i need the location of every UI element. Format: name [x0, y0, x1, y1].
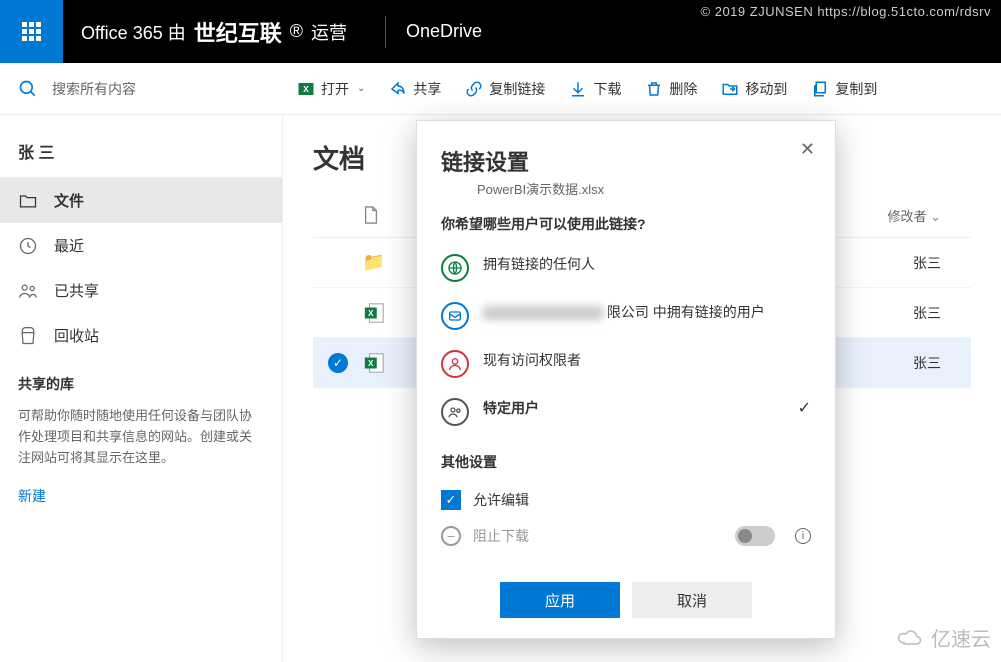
clock-icon — [18, 236, 38, 256]
search-box[interactable]: 搜索所有内容 — [18, 79, 283, 99]
brand-text: Office 365 由 世纪互联 ® 运营 — [63, 16, 365, 48]
nav-recycle[interactable]: 回收站 — [0, 313, 282, 358]
nav-label: 回收站 — [54, 325, 99, 346]
setting-label: 允许编辑 — [473, 490, 529, 510]
svg-text:X: X — [368, 358, 374, 367]
cloud-icon — [895, 628, 925, 648]
minus-icon: − — [441, 526, 461, 546]
people-icon — [18, 281, 38, 301]
nav-shared[interactable]: 已共享 — [0, 268, 282, 313]
chevron-down-icon: ⌄ — [357, 83, 365, 94]
open-button[interactable]: X 打开⌄ — [287, 69, 375, 109]
nav-files[interactable]: 文件 — [0, 178, 282, 223]
option-label: 拥有链接的任何人 — [483, 254, 595, 274]
user-name: 张 三 — [0, 131, 282, 178]
info-icon[interactable]: i — [795, 528, 811, 544]
nav-label: 文件 — [54, 190, 84, 211]
link-icon — [465, 80, 483, 98]
move-icon — [721, 80, 739, 98]
folder-icon — [18, 191, 38, 211]
toggle-off — [735, 526, 775, 546]
checkbox-checked-icon[interactable]: ✓ — [441, 490, 461, 510]
nav-label: 最近 — [54, 235, 84, 256]
link-settings-dialog: ✕ 链接设置 PowerBI演示数据.xlsx 你希望哪些用户可以使用此链接? … — [416, 120, 836, 639]
org-icon — [441, 302, 469, 330]
svg-text:X: X — [303, 85, 309, 94]
modifier-cell: 张三 — [841, 303, 971, 323]
svg-text:X: X — [368, 308, 374, 317]
search-icon — [18, 79, 38, 99]
option-specific[interactable]: 特定用户 ✓ — [441, 388, 811, 436]
dialog-buttons: 应用 取消 — [441, 582, 811, 618]
shared-libraries-heading: 共享的库 — [0, 358, 282, 402]
waffle-icon — [22, 22, 41, 41]
person-icon — [441, 350, 469, 378]
blurred-text — [483, 306, 603, 320]
download-icon — [569, 80, 587, 98]
app-name: OneDrive — [406, 21, 482, 42]
option-existing[interactable]: 现有访问权限者 — [441, 340, 811, 388]
apply-button[interactable]: 应用 — [500, 582, 620, 618]
copyto-button[interactable]: 复制到 — [801, 69, 887, 109]
command-bar: 搜索所有内容 X 打开⌄ 共享 复制链接 下载 删除 移动到 复制到 — [0, 63, 1001, 115]
download-button[interactable]: 下载 — [559, 69, 631, 109]
option-label: 特定用户 — [483, 398, 539, 418]
app-launcher-button[interactable] — [0, 0, 63, 63]
modifier-cell: 张三 — [841, 353, 971, 373]
checkmark-icon: ✓ — [798, 398, 811, 418]
people-icon — [441, 398, 469, 426]
option-label: 现有访问权限者 — [483, 350, 581, 370]
sidebar: 张 三 文件 最近 已共享 回收站 共享的库 可帮助你随时随地使用任何设备与团队… — [0, 115, 283, 662]
setting-label: 阻止下载 — [473, 526, 529, 546]
new-link[interactable]: 新建 — [0, 472, 64, 520]
dialog-title: 链接设置 — [441, 145, 811, 177]
excel-icon: X — [297, 80, 315, 98]
dialog-prompt: 你希望哪些用户可以使用此链接? — [441, 214, 811, 234]
option-anyone[interactable]: 拥有链接的任何人 — [441, 244, 811, 292]
divider — [385, 16, 386, 48]
search-placeholder: 搜索所有内容 — [52, 79, 136, 99]
cancel-button[interactable]: 取消 — [632, 582, 752, 618]
option-org[interactable]: 限公司 中拥有链接的用户 — [441, 292, 811, 340]
modifier-cell: 张三 — [841, 253, 971, 273]
dialog-filename: PowerBI演示数据.xlsx — [441, 179, 811, 198]
share-icon — [389, 80, 407, 98]
folder-icon: 📁 — [363, 252, 385, 274]
globe-icon — [441, 254, 469, 282]
check-icon[interactable]: ✓ — [328, 353, 348, 373]
close-button[interactable]: ✕ — [800, 139, 815, 160]
file-icon — [363, 206, 379, 224]
copy-icon — [811, 80, 829, 98]
trash-icon — [645, 80, 663, 98]
delete-button[interactable]: 删除 — [635, 69, 707, 109]
nav-recent[interactable]: 最近 — [0, 223, 282, 268]
recycle-icon — [18, 326, 38, 346]
copylink-button[interactable]: 复制链接 — [455, 69, 555, 109]
watermark-text: © 2019 ZJUNSEN https://blog.51cto.com/rd… — [701, 4, 991, 19]
excel-icon: X — [363, 352, 385, 374]
block-download-row: − 阻止下载 i — [441, 518, 811, 554]
other-settings-heading: 其他设置 — [441, 452, 811, 472]
watermark-logo: 亿速云 — [895, 623, 991, 652]
share-button[interactable]: 共享 — [379, 69, 451, 109]
option-label: 限公司 中拥有链接的用户 — [483, 302, 765, 322]
allow-edit-row[interactable]: ✓ 允许编辑 — [441, 482, 811, 518]
excel-icon: X — [363, 302, 385, 324]
moveto-button[interactable]: 移动到 — [711, 69, 797, 109]
nav-label: 已共享 — [54, 280, 99, 301]
shared-libraries-desc: 可帮助你随时随地使用任何设备与团队协作处理项目和共享信息的网站。创建或关注网站可… — [0, 402, 282, 472]
